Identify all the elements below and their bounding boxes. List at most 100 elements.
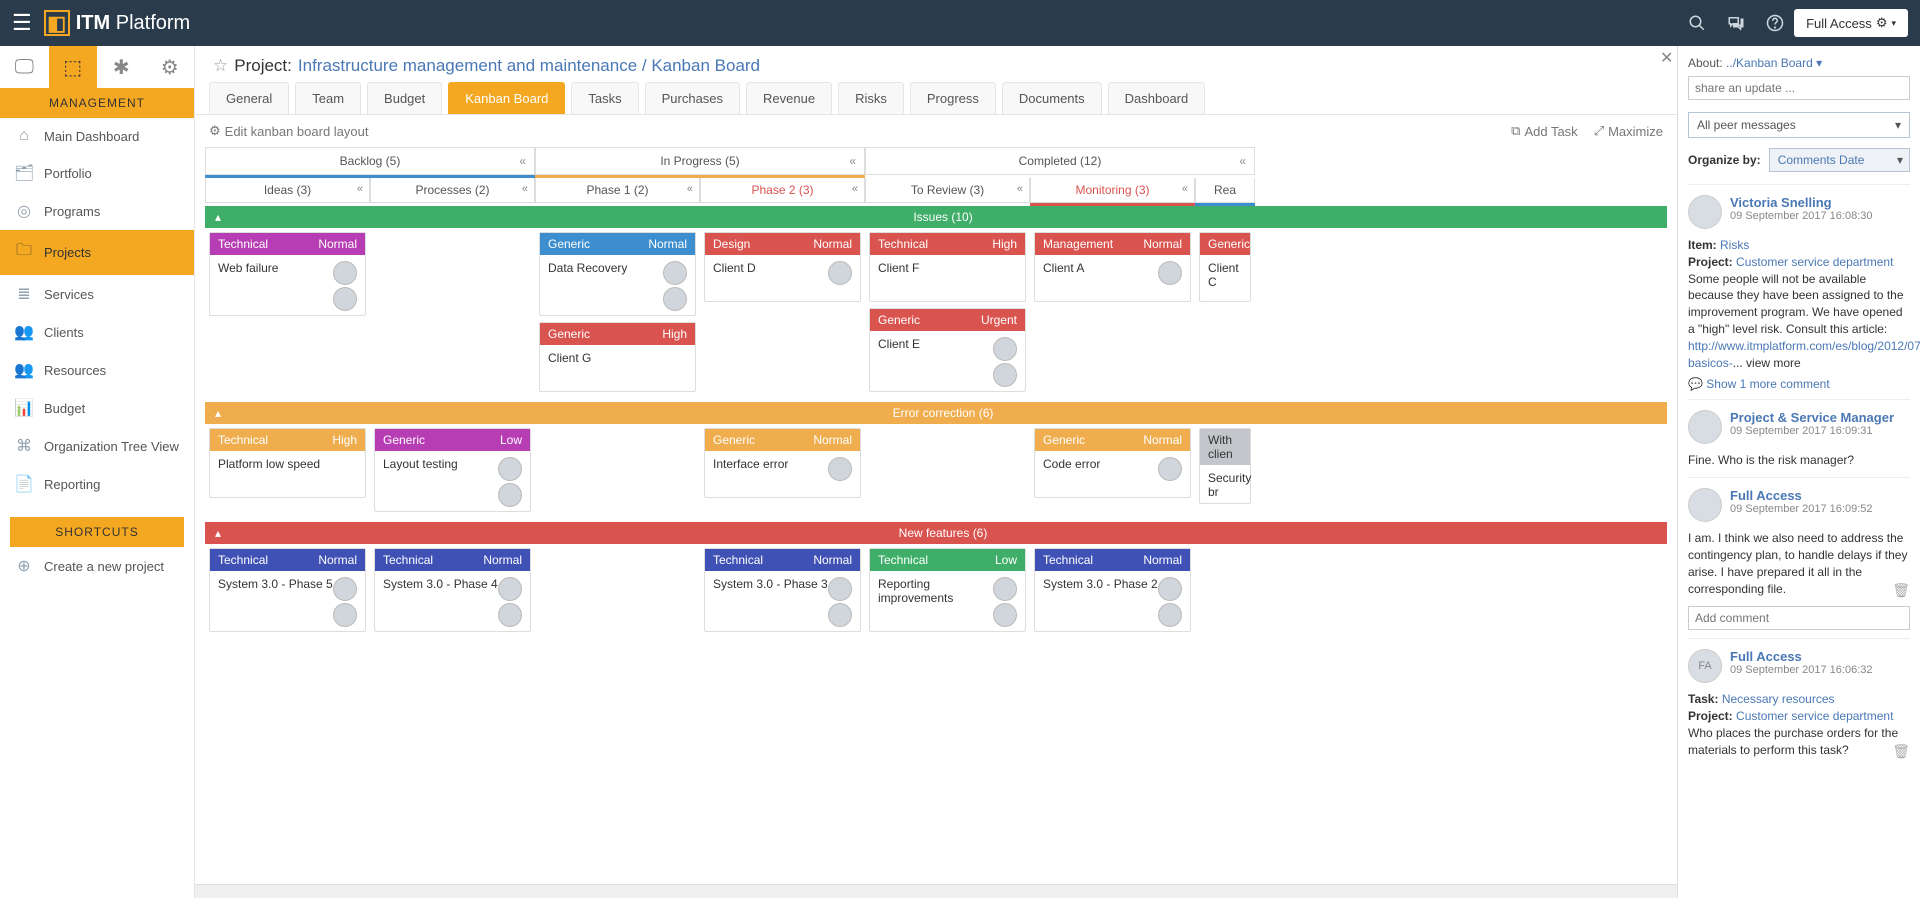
message-task-link[interactable]: Necessary resources bbox=[1722, 692, 1835, 706]
message-project-link[interactable]: Customer service department bbox=[1736, 255, 1893, 269]
kanban-column[interactable]: GenericClient C bbox=[1195, 228, 1255, 396]
kanban-card[interactable]: TechnicalNormalWeb failure bbox=[209, 232, 366, 316]
edit-layout-button[interactable]: ⚙ Edit kanban board layout bbox=[209, 123, 368, 139]
tab-risks[interactable]: Risks bbox=[838, 82, 904, 114]
kanban-card[interactable]: TechnicalNormalSystem 3.0 - Phase 3 bbox=[704, 548, 861, 632]
kanban-card[interactable]: TechnicalHighClient F bbox=[869, 232, 1026, 302]
kanban-column[interactable]: With clienSecurity br bbox=[1195, 424, 1255, 516]
organize-select[interactable]: Comments Date bbox=[1769, 148, 1910, 172]
mode-monitor-icon[interactable]: 🖵 bbox=[0, 46, 49, 88]
kanban-column[interactable]: GenericNormalData RecoveryGenericHighCli… bbox=[535, 228, 700, 396]
kanban-column[interactable]: GenericNormalCode error bbox=[1030, 424, 1195, 516]
swimlane-header[interactable]: ▴New features (6) bbox=[205, 522, 1667, 544]
sidebar-item-reporting[interactable]: 📄Reporting bbox=[0, 465, 194, 503]
kanban-card[interactable]: GenericNormalData Recovery bbox=[539, 232, 696, 316]
kanban-card[interactable]: GenericHighClient G bbox=[539, 322, 696, 392]
kanban-column[interactable] bbox=[535, 544, 700, 636]
kanban-column[interactable]: TechnicalNormalSystem 3.0 - Phase 2 bbox=[1030, 544, 1195, 636]
kanban-card[interactable]: GenericNormalInterface error bbox=[704, 428, 861, 498]
tab-purchases[interactable]: Purchases bbox=[645, 82, 740, 114]
star-icon[interactable]: ☆ bbox=[213, 56, 228, 76]
substage-header[interactable]: Monitoring (3)« bbox=[1030, 178, 1195, 203]
sidebar-item-clients[interactable]: 👥Clients bbox=[0, 313, 194, 351]
substage-header[interactable]: Phase 1 (2)« bbox=[535, 178, 700, 203]
mode-gears-icon[interactable]: ⚙ bbox=[146, 46, 195, 88]
tab-revenue[interactable]: Revenue bbox=[746, 82, 832, 114]
kanban-card[interactable]: TechnicalNormalSystem 3.0 - Phase 4 bbox=[374, 548, 531, 632]
tab-budget[interactable]: Budget bbox=[367, 82, 442, 114]
kanban-card[interactable]: With clienSecurity br bbox=[1199, 428, 1251, 504]
close-icon[interactable]: ✕ bbox=[1660, 48, 1673, 68]
kanban-column[interactable]: ManagementNormalClient A bbox=[1030, 228, 1195, 396]
trash-icon[interactable]: 🗑 bbox=[1892, 742, 1910, 762]
chevron-left-icon[interactable]: « bbox=[1017, 183, 1023, 195]
chevron-left-icon[interactable]: « bbox=[357, 183, 363, 195]
trash-icon[interactable]: 🗑 bbox=[1892, 581, 1910, 601]
mode-cubes-icon[interactable]: ⬚ bbox=[49, 46, 98, 88]
kanban-column[interactable] bbox=[1195, 544, 1255, 636]
logo[interactable]: ◧ ITM Platform bbox=[44, 10, 190, 36]
substage-header[interactable]: Rea bbox=[1195, 178, 1255, 203]
sidebar-item-main-dashboard[interactable]: ⌂Main Dashboard bbox=[0, 118, 194, 154]
stage-header[interactable]: Completed (12)« bbox=[865, 147, 1255, 175]
shortcut-create-project[interactable]: ⊕ Create a new project bbox=[0, 547, 194, 585]
substage-header[interactable]: To Review (3)« bbox=[865, 178, 1030, 203]
kanban-card[interactable]: TechnicalHighPlatform low speed bbox=[209, 428, 366, 498]
tab-general[interactable]: General bbox=[209, 82, 289, 114]
chevron-left-icon[interactable]: « bbox=[522, 183, 528, 195]
chevron-left-icon[interactable]: « bbox=[1182, 183, 1188, 195]
kanban-card[interactable]: GenericUrgentClient E bbox=[869, 308, 1026, 392]
show-more-link[interactable]: 💬 Show 1 more comment bbox=[1688, 377, 1910, 391]
chat-icon[interactable] bbox=[1726, 14, 1746, 32]
sidebar-item-services[interactable]: ≣Services bbox=[0, 275, 194, 313]
kanban-column[interactable]: TechnicalNormalSystem 3.0 - Phase 3 bbox=[700, 544, 865, 636]
search-icon[interactable] bbox=[1688, 14, 1706, 32]
tab-progress[interactable]: Progress bbox=[910, 82, 996, 114]
sidebar-item-organization-tree-view[interactable]: ⌘Organization Tree View bbox=[0, 427, 194, 465]
message-author[interactable]: Full Access bbox=[1730, 649, 1873, 664]
kanban-column[interactable]: TechnicalHighClient FGenericUrgentClient… bbox=[865, 228, 1030, 396]
horizontal-scrollbar[interactable] bbox=[195, 884, 1677, 898]
sidebar-item-projects[interactable]: 🗀Projects bbox=[0, 230, 194, 275]
tab-documents[interactable]: Documents bbox=[1002, 82, 1102, 114]
kanban-card[interactable]: GenericClient C bbox=[1199, 232, 1251, 302]
kanban-card[interactable]: TechnicalNormalSystem 3.0 - Phase 5 bbox=[209, 548, 366, 632]
message-author[interactable]: Project & Service Manager bbox=[1730, 410, 1894, 425]
kanban-column[interactable]: TechnicalNormalSystem 3.0 - Phase 4 bbox=[370, 544, 535, 636]
kanban-column[interactable]: TechnicalNormalSystem 3.0 - Phase 5 bbox=[205, 544, 370, 636]
sidebar-item-budget[interactable]: 📊Budget bbox=[0, 389, 194, 427]
add-comment-input[interactable] bbox=[1688, 606, 1910, 630]
chevron-left-icon[interactable]: « bbox=[1239, 154, 1246, 168]
message-link[interactable]: http://www.itmplatform.com/es/blog/2012/… bbox=[1688, 339, 1920, 370]
kanban-column[interactable]: GenericLowLayout testing bbox=[370, 424, 535, 516]
tab-tasks[interactable]: Tasks bbox=[571, 82, 638, 114]
substage-header[interactable]: Phase 2 (3)« bbox=[700, 178, 865, 203]
kanban-column[interactable]: TechnicalLowReporting improvements bbox=[865, 544, 1030, 636]
chevron-left-icon[interactable]: « bbox=[519, 154, 526, 168]
kanban-card[interactable]: TechnicalNormalSystem 3.0 - Phase 2 bbox=[1034, 548, 1191, 632]
swimlane-header[interactable]: ▴Issues (10) bbox=[205, 206, 1667, 228]
kanban-column[interactable]: GenericNormalInterface error bbox=[700, 424, 865, 516]
kanban-card[interactable]: GenericLowLayout testing bbox=[374, 428, 531, 512]
sidebar-item-resources[interactable]: 👥Resources bbox=[0, 351, 194, 389]
help-icon[interactable] bbox=[1766, 14, 1784, 32]
kanban-column[interactable]: DesignNormalClient D bbox=[700, 228, 865, 396]
kanban-card[interactable]: GenericNormalCode error bbox=[1034, 428, 1191, 498]
sidebar-item-programs[interactable]: ◎Programs bbox=[0, 192, 194, 230]
chevron-left-icon[interactable]: « bbox=[849, 154, 856, 168]
stage-header[interactable]: Backlog (5)« bbox=[205, 147, 535, 175]
tab-dashboard[interactable]: Dashboard bbox=[1108, 82, 1206, 114]
share-update-input[interactable] bbox=[1688, 76, 1910, 100]
kanban-card[interactable]: DesignNormalClient D bbox=[704, 232, 861, 302]
message-author[interactable]: Full Access bbox=[1730, 488, 1873, 503]
kanban-column[interactable]: TechnicalNormalWeb failure bbox=[205, 228, 370, 396]
message-project-link[interactable]: Customer service department bbox=[1736, 709, 1893, 723]
message-author[interactable]: Victoria Snelling bbox=[1730, 195, 1873, 210]
access-button[interactable]: Full Access ⚙▾ bbox=[1794, 9, 1908, 37]
substage-header[interactable]: Ideas (3)« bbox=[205, 178, 370, 203]
message-item-link[interactable]: Risks bbox=[1720, 238, 1749, 252]
chevron-left-icon[interactable]: « bbox=[687, 183, 693, 195]
kanban-card[interactable]: TechnicalLowReporting improvements bbox=[869, 548, 1026, 632]
stage-header[interactable]: In Progress (5)« bbox=[535, 147, 865, 175]
kanban-column[interactable]: TechnicalHighPlatform low speed bbox=[205, 424, 370, 516]
